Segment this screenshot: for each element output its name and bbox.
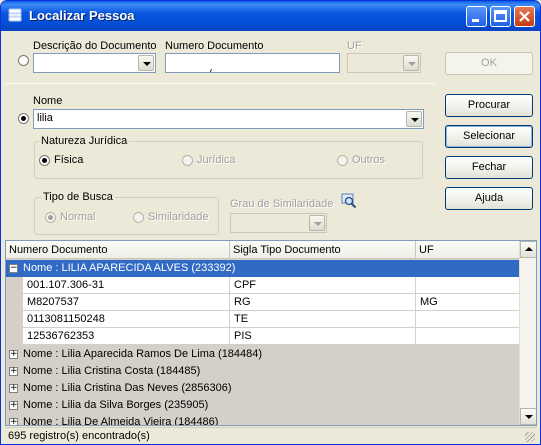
- ajuda-button[interactable]: Ajuda: [445, 187, 533, 210]
- collapse-icon[interactable]: −: [9, 264, 18, 273]
- maximize-icon: [494, 10, 507, 22]
- natureza-legend: Natureza Jurídica: [39, 135, 130, 147]
- col-header-numero[interactable]: Numero Documento: [6, 241, 230, 259]
- group-label: Nome : Lilia Cristina Costa (184485): [23, 365, 201, 377]
- col-header-uf[interactable]: UF: [416, 241, 520, 259]
- selecionar-button[interactable]: Selecionar: [445, 125, 533, 148]
- cell-uf: [416, 328, 520, 345]
- grid-header: Numero Documento Sigla Tipo Documento UF: [6, 241, 520, 259]
- doc-search-radio[interactable]: [18, 55, 29, 66]
- cell-sigla: RG: [230, 294, 416, 311]
- results-grid[interactable]: Numero Documento Sigla Tipo Documento UF…: [5, 240, 537, 426]
- name-value: lilia: [37, 112, 53, 124]
- col-header-sigla[interactable]: Sigla Tipo Documento: [230, 241, 416, 259]
- cell-sigla: PIS: [230, 328, 416, 345]
- group-row[interactable]: + Nome : Lilia da Silva Borges (235905): [6, 397, 520, 414]
- cell-numero: 001.107.306-31: [23, 277, 230, 294]
- status-text: 695 registro(s) encontrado(s): [8, 430, 150, 442]
- title-bar[interactable]: Localizar Pessoa: [1, 1, 540, 31]
- chevron-down-icon[interactable]: [138, 55, 154, 71]
- group-row[interactable]: + Nome : Lilia De Almeida Vieira (184486…: [6, 414, 520, 426]
- minimize-icon: [472, 19, 479, 22]
- maximize-button[interactable]: [490, 6, 511, 27]
- cell-sigla: TE: [230, 311, 416, 328]
- chevron-down-icon[interactable]: [309, 215, 325, 231]
- cell-numero: 0113081150248: [23, 311, 230, 328]
- tipo-busca-legend: Tipo de Busca: [41, 191, 115, 203]
- cell-uf: [416, 311, 520, 328]
- close-icon: [519, 11, 530, 22]
- cell-numero: M8207537: [23, 294, 230, 311]
- table-row[interactable]: 0113081150248 TE: [6, 311, 520, 328]
- scroll-up-button[interactable]: [520, 241, 536, 258]
- expand-icon[interactable]: +: [9, 350, 18, 359]
- tipo-normal-radio[interactable]: [45, 212, 56, 223]
- natureza-fisica-label: Física: [54, 154, 84, 166]
- uf-combo[interactable]: [347, 53, 421, 73]
- table-row[interactable]: 001.107.306-31 CPF: [6, 277, 520, 294]
- expand-icon[interactable]: +: [9, 418, 18, 425]
- group-label: Nome : Lilia Cristina Das Neves (2856306…: [23, 382, 232, 394]
- magnifier-icon[interactable]: [341, 193, 357, 209]
- scroll-down-button[interactable]: [520, 408, 536, 425]
- group-row-expanded[interactable]: − Nome : LILIA APARECIDA ALVES (233392): [6, 260, 520, 277]
- number-doc-field[interactable]: . . / -: [165, 53, 340, 73]
- natureza-juridica-label: Jurídica: [197, 154, 236, 166]
- group-row[interactable]: + Nome : Lilia Cristina Costa (184485): [6, 363, 520, 380]
- close-button[interactable]: [514, 6, 535, 27]
- tipo-normal-label: Normal: [60, 211, 96, 223]
- uf-label: UF: [347, 40, 362, 52]
- natureza-outros-radio[interactable]: [337, 155, 348, 166]
- number-doc-label: Numero Documento: [165, 40, 264, 52]
- expand-icon[interactable]: +: [9, 401, 18, 410]
- grau-label: Grau de Similaridade: [230, 198, 334, 210]
- chevron-down-icon[interactable]: [403, 55, 419, 71]
- desc-doc-label: Descrição do Documento: [33, 40, 157, 52]
- table-row[interactable]: M8207537 RG MG: [6, 294, 520, 311]
- grau-combo[interactable]: [230, 213, 327, 233]
- desc-doc-combo[interactable]: [33, 53, 156, 73]
- name-combo[interactable]: lilia: [33, 109, 424, 129]
- ok-button[interactable]: OK: [445, 52, 533, 75]
- tipo-similaridade-radio[interactable]: [133, 212, 144, 223]
- expand-icon[interactable]: +: [9, 384, 18, 393]
- cell-sigla: CPF: [230, 277, 416, 294]
- divider: [5, 83, 435, 84]
- group-label: Nome : Lilia da Silva Borges (235905): [23, 399, 209, 411]
- vertical-scrollbar[interactable]: [519, 241, 536, 425]
- stack-icon: [8, 8, 22, 22]
- cell-uf: [416, 277, 520, 294]
- group-row[interactable]: + Nome : Lilia Cristina Das Neves (28563…: [6, 380, 520, 397]
- natureza-juridica-radio[interactable]: [182, 155, 193, 166]
- name-search-radio[interactable]: [18, 113, 29, 124]
- chevron-down-icon[interactable]: [406, 111, 422, 127]
- natureza-fisica-radio[interactable]: [39, 155, 50, 166]
- fechar-button[interactable]: Fechar: [445, 156, 533, 179]
- group-label: Nome : LILIA APARECIDA ALVES (233392): [23, 262, 236, 274]
- tipo-similaridade-label: Similaridade: [148, 211, 209, 223]
- procurar-button[interactable]: Procurar: [445, 94, 533, 117]
- cell-uf: MG: [416, 294, 520, 311]
- expand-icon[interactable]: +: [9, 367, 18, 376]
- natureza-outros-label: Outros: [352, 154, 386, 166]
- resize-grip-icon[interactable]: [525, 432, 535, 442]
- minimize-button[interactable]: [466, 6, 487, 27]
- name-label: Nome: [33, 95, 63, 107]
- group-label: Nome : Lilia De Almeida Vieira (184486): [23, 416, 219, 426]
- cell-numero: 12536762353: [23, 328, 230, 345]
- number-doc-value: . . / -: [181, 68, 224, 72]
- status-bar: 695 registro(s) encontrado(s): [5, 427, 537, 444]
- window-title: Localizar Pessoa: [29, 8, 135, 23]
- group-row[interactable]: + Nome : Lilia Aparecida Ramos De Lima (…: [6, 346, 520, 363]
- group-label: Nome : Lilia Aparecida Ramos De Lima (18…: [23, 348, 263, 360]
- table-row[interactable]: 12536762353 PIS: [6, 328, 520, 345]
- localizar-pessoa-window: Localizar Pessoa Descrição do Documento …: [0, 0, 541, 445]
